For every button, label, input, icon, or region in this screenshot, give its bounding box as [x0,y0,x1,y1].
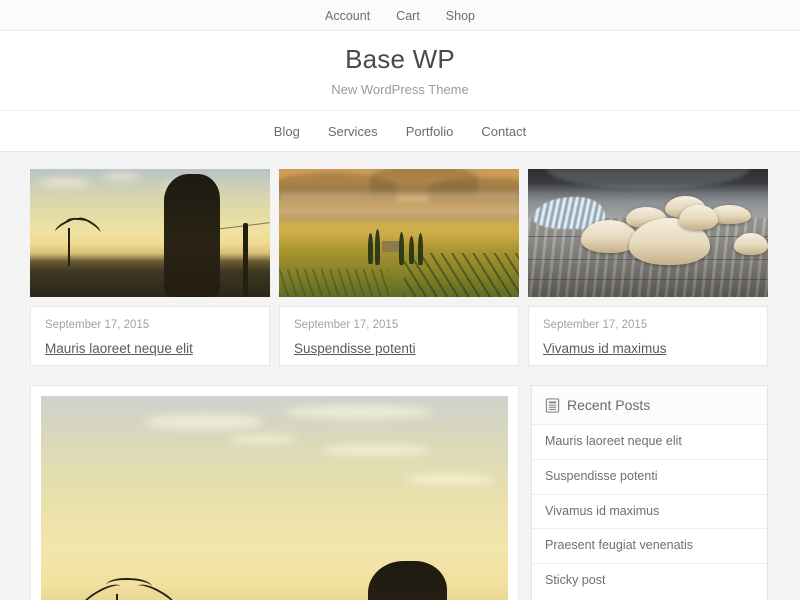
post-date: September 17, 2015 [45,319,150,331]
featured-posts-row: September 17, 2015 Mauris laoreet neque … [30,169,770,366]
site-title[interactable]: Base WP [345,44,455,75]
post-title-link[interactable]: Mauris laoreet neque elit [45,341,193,356]
recent-post-link[interactable]: Praesent feugiat venenatis [532,529,767,563]
post-title-link[interactable]: Vivamus id maximus [543,341,667,356]
widget-title-text: Recent Posts [567,397,651,413]
utility-nav-link-account[interactable]: Account [325,9,370,23]
main-nav-link-portfolio[interactable]: Portfolio [406,124,454,139]
post-title-link[interactable]: Suspendisse potenti [294,341,416,356]
main-nav-link-services[interactable]: Services [328,124,378,139]
post-date: September 17, 2015 [543,319,648,331]
recent-post-link[interactable]: Sticky post [532,564,767,598]
main-nav-item-contact[interactable]: Contact [481,124,526,139]
content-area: September 17, 2015 Mauris laoreet neque … [0,152,800,600]
sunset-palm-tree-photo [41,396,508,600]
widget-recent-posts: Recent Posts Mauris laoreet neque elit S… [531,385,768,600]
list-item[interactable]: Suspendisse potenti [532,460,767,495]
featured-post-card: September 17, 2015 Vivamus id maximus [528,169,768,366]
lower-content-area: Recent Posts Mauris laoreet neque elit S… [30,385,770,600]
utility-nav-item-account[interactable]: Account [325,8,370,23]
primary-column [30,385,519,600]
featured-post-meta: September 17, 2015 Suspendisse potenti [279,306,519,366]
utility-nav-link-shop[interactable]: Shop [446,9,475,23]
site-header: Base WP New WordPress Theme [0,31,800,111]
featured-post-meta: September 17, 2015 Vivamus id maximus [528,306,768,366]
utility-bar: Account Cart Shop [0,0,800,31]
tuscany-golden-landscape-photo [279,169,519,297]
utility-nav-link-cart[interactable]: Cart [396,9,420,23]
featured-post-thumbnail-link[interactable] [528,169,768,297]
seashells-on-wood-photo [528,169,768,297]
featured-post-card: September 17, 2015 Mauris laoreet neque … [30,169,270,366]
sunset-woman-silhouette-photo [30,169,270,297]
document-list-icon [545,397,560,413]
sidebar: Recent Posts Mauris laoreet neque elit S… [531,385,768,600]
utility-nav-item-cart[interactable]: Cart [396,8,420,23]
main-nav-item-portfolio[interactable]: Portfolio [406,124,454,139]
recent-post-link[interactable]: Vivamus id maximus [532,495,767,529]
featured-post-card: September 17, 2015 Suspendisse potenti [279,169,519,366]
utility-nav-item-shop[interactable]: Shop [446,8,475,23]
list-item[interactable]: Mauris laoreet neque elit [532,425,767,460]
list-item[interactable]: Sticky post [532,564,767,598]
widget-title-row: Recent Posts [532,386,767,425]
list-item[interactable]: Praesent feugiat venenatis [532,529,767,564]
hero-post-card [30,385,519,600]
recent-post-link[interactable]: Suspendisse potenti [532,460,767,494]
hero-post-thumbnail-link[interactable] [41,396,508,600]
recent-posts-list: Mauris laoreet neque elit Suspendisse po… [532,425,767,598]
featured-post-thumbnail-link[interactable] [279,169,519,297]
main-nav-item-blog[interactable]: Blog [274,124,300,139]
featured-post-meta: September 17, 2015 Mauris laoreet neque … [30,306,270,366]
site-description: New WordPress Theme [331,82,469,98]
featured-post-thumbnail-link[interactable] [30,169,270,297]
main-nav-link-blog[interactable]: Blog [274,124,300,139]
utility-nav-list: Account Cart Shop [325,8,475,23]
post-date: September 17, 2015 [294,319,399,331]
main-nav-item-services[interactable]: Services [328,124,378,139]
main-navigation: Blog Services Portfolio Contact [0,111,800,152]
main-nav-link-contact[interactable]: Contact [481,124,526,139]
recent-post-link[interactable]: Mauris laoreet neque elit [532,425,767,459]
main-nav-list: Blog Services Portfolio Contact [274,124,526,139]
list-item[interactable]: Vivamus id maximus [532,495,767,530]
